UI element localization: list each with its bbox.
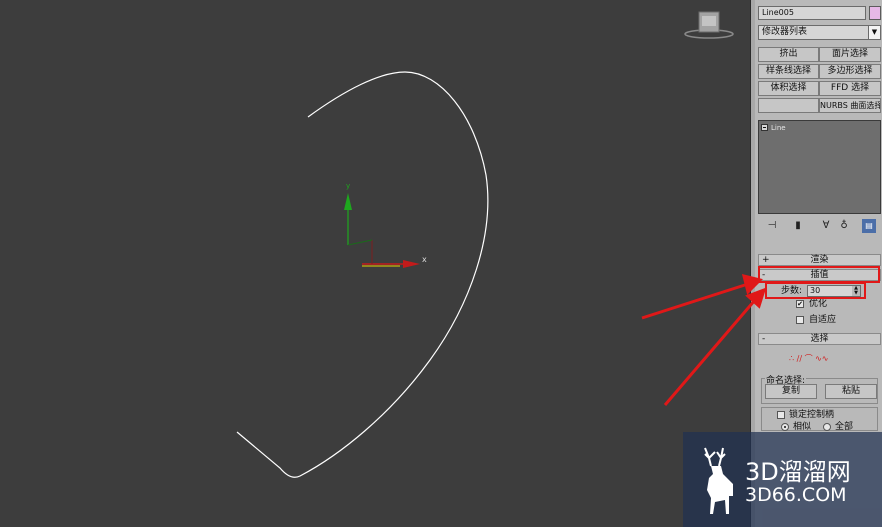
lock-handles-label: 锁定控制柄 xyxy=(789,410,835,420)
configure-modifier-sets-icon[interactable]: ▤ xyxy=(862,219,876,233)
viewcube-icon[interactable] xyxy=(684,10,734,40)
highlight-interpolation-rollout xyxy=(758,266,880,283)
make-unique-icon[interactable]: ∀ xyxy=(818,218,834,234)
lock-handles-checkbox[interactable] xyxy=(777,411,785,419)
optimize-label: 优化 xyxy=(809,299,828,309)
empty-modifier-button[interactable] xyxy=(758,98,819,113)
poly-select-button[interactable]: 多边形选择 xyxy=(819,64,881,79)
optimize-checkbox[interactable]: ✔ xyxy=(796,300,804,308)
collapse-icon: - xyxy=(762,334,766,344)
transform-gizmo[interactable] xyxy=(344,193,420,268)
rollout-selection-title: 选择 xyxy=(810,334,829,344)
sub-object-level-icons[interactable]: ∴ ∕∕ ⌒ ∿∿ xyxy=(789,352,849,364)
watermark-title: 3D溜溜网 xyxy=(745,458,851,486)
spline-line005[interactable] xyxy=(236,71,489,478)
collapse-icon[interactable] xyxy=(761,124,768,131)
object-name-field[interactable]: Line005 xyxy=(758,6,866,20)
stack-item-label: Line xyxy=(771,124,786,132)
watermark-url: 3D66.COM xyxy=(745,484,847,506)
viewport-scene: y x xyxy=(236,71,489,478)
modifier-list-dropdown[interactable]: 修改器列表 ▼ xyxy=(758,25,881,40)
perspective-viewport[interactable]: y x xyxy=(0,0,750,527)
rollout-selection[interactable]: - 选择 xyxy=(758,333,881,345)
paste-button[interactable]: 粘贴 xyxy=(825,384,877,399)
show-end-result-icon[interactable]: ▮ xyxy=(790,218,806,234)
pin-stack-icon[interactable]: ⊣ xyxy=(764,218,780,234)
modifier-stack[interactable]: Line xyxy=(758,120,881,214)
ffd-select-button[interactable]: FFD 选择 xyxy=(819,81,881,96)
object-color-swatch[interactable] xyxy=(869,6,881,20)
axis-y-label: y xyxy=(346,182,350,190)
chevron-down-icon[interactable]: ▼ xyxy=(868,26,880,39)
rollout-rendering[interactable]: + 渲染 xyxy=(758,254,881,266)
patch-select-button[interactable]: 面片选择 xyxy=(819,47,881,62)
expand-icon: + xyxy=(762,255,770,265)
rollout-rendering-title: 渲染 xyxy=(810,255,829,265)
nurbs-surface-select-button[interactable]: NURBS 曲面选择 xyxy=(819,98,881,113)
svg-text:∴ ∕∕ ⌒ ∿∿: ∴ ∕∕ ⌒ ∿∿ xyxy=(789,354,829,363)
axis-x-label: x xyxy=(422,255,427,264)
highlight-steps-field xyxy=(765,282,866,299)
adaptive-checkbox[interactable] xyxy=(796,316,804,324)
vol-select-button[interactable]: 体积选择 xyxy=(758,81,819,96)
all-radio[interactable] xyxy=(823,423,831,431)
stack-toolbar: ⊣ ▮ ∀ ♁ ▤ xyxy=(758,218,881,234)
spline-select-button[interactable]: 样条线选择 xyxy=(758,64,819,79)
alike-radio[interactable] xyxy=(781,423,789,431)
modifier-list-value: 修改器列表 xyxy=(762,27,808,37)
extrude-button[interactable]: 挤出 xyxy=(758,47,819,62)
remove-modifier-icon[interactable]: ♁ xyxy=(836,218,852,234)
stack-item-line[interactable]: Line xyxy=(761,123,786,133)
site-watermark: 3D溜溜网 3D66.COM xyxy=(683,432,882,527)
adaptive-label: 自适应 xyxy=(809,315,837,325)
copy-button[interactable]: 复制 xyxy=(765,384,817,399)
deer-logo-icon xyxy=(704,447,733,514)
